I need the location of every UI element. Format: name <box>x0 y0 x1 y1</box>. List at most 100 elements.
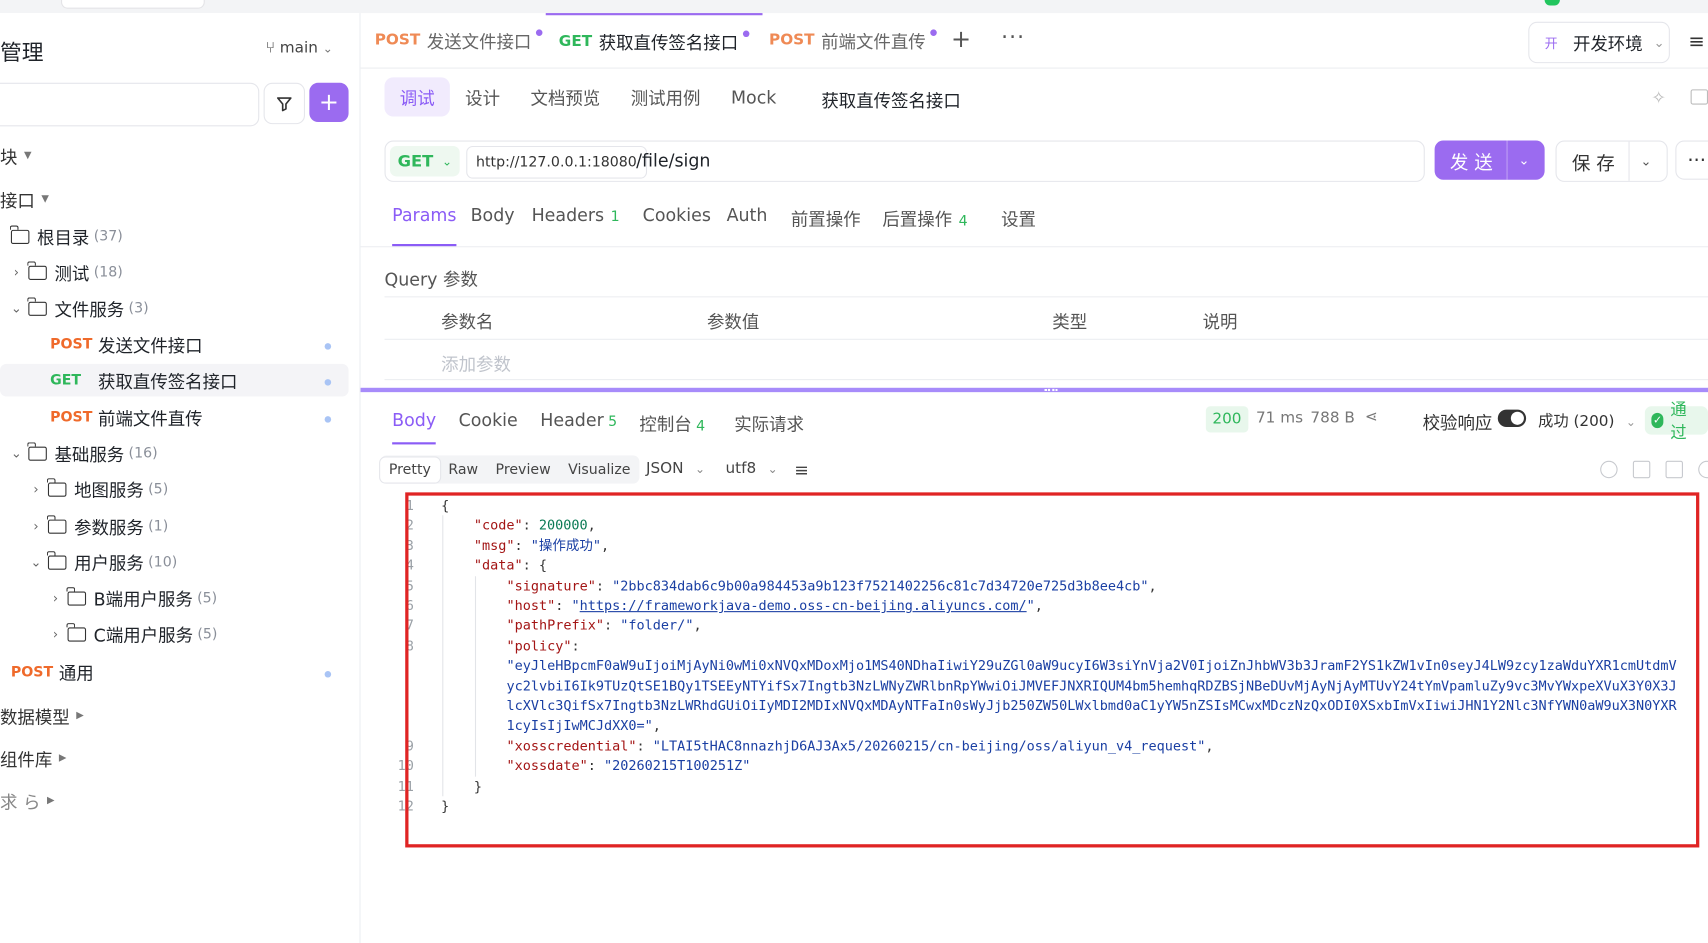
panel-splitter[interactable] <box>360 387 1708 393</box>
more-actions-button[interactable]: ··· <box>1675 140 1708 180</box>
copy-icon[interactable] <box>1665 460 1683 479</box>
tab-settings[interactable]: 设置 <box>1001 205 1036 244</box>
sidebar-section-apis[interactable]: 接口 ▼ <box>0 183 49 216</box>
tree-item-test[interactable]: › 测试 (18) <box>9 256 123 289</box>
unsaved-dot-icon <box>930 29 937 36</box>
send-button[interactable]: 发 送 ⌄ <box>1434 140 1545 180</box>
tree-label: 基础服务 <box>54 444 125 466</box>
tab-params[interactable]: Params <box>392 205 457 247</box>
side-panel-icon[interactable] <box>1690 89 1708 105</box>
resp-tab-cookie[interactable]: Cookie <box>459 410 518 443</box>
format-visualize[interactable]: Visualize <box>559 457 639 482</box>
unsaved-dot-icon <box>742 30 750 38</box>
chevron-right-icon: › <box>33 518 39 534</box>
sidebar-section-data-model[interactable]: 数据模型 ▶ <box>0 699 84 732</box>
download-icon[interactable] <box>1632 460 1651 479</box>
tree-item-b-user-service[interactable]: › B端用户服务 (5) <box>48 582 217 615</box>
tree-api-send-file[interactable]: POST 发送文件接口 <box>50 328 203 361</box>
menu-icon[interactable]: ≡ <box>1688 31 1704 54</box>
tab-cookies[interactable]: Cookies <box>643 205 711 244</box>
api-name-title[interactable]: 获取直传签名接口 <box>821 86 960 112</box>
resp-tab-header[interactable]: Header 5 <box>540 410 617 443</box>
url-bar: GET ⌄ http://127.0.0.1:18080 /file/sign <box>384 140 1425 182</box>
branch-icon: ⑂ <box>265 39 275 57</box>
environment-selector[interactable]: 开 开发环境 ⌄ <box>1528 21 1670 64</box>
tab-count: 5 <box>608 413 618 431</box>
subtab-doc-preview[interactable]: 文档预览 <box>515 77 615 116</box>
resp-tab-body[interactable]: Body <box>392 410 437 445</box>
tree-item-user-service[interactable]: ⌄ 用户服务 (10) <box>28 546 177 579</box>
tab-headers[interactable]: Headers 1 <box>532 205 620 244</box>
add-param-placeholder[interactable]: 添加参数 <box>441 350 511 376</box>
table-row[interactable]: 添加参数 <box>384 340 1708 381</box>
tree-api-get-sign[interactable]: GET 获取直传签名接口 <box>0 363 349 397</box>
search-icon[interactable] <box>1698 460 1708 479</box>
more-tabs-icon[interactable]: ··· <box>1001 24 1025 50</box>
validate-toggle[interactable] <box>1497 409 1527 428</box>
result-value: 成功 (200) <box>1538 412 1615 431</box>
tree-item-root[interactable]: 根目录 (37) <box>10 220 123 253</box>
tab-label: Cookies <box>642 204 711 226</box>
tab-post-actions[interactable]: 后置操作 4 <box>882 205 967 244</box>
tab-body[interactable]: Body <box>471 205 515 244</box>
unsaved-dot-icon <box>324 343 332 350</box>
folder-icon <box>27 441 47 461</box>
chevron-down-icon[interactable]: ⌄ <box>1640 154 1651 169</box>
chevron-down-icon: ⌄ <box>1625 415 1636 430</box>
tree-item-map-service[interactable]: › 地图服务 (5) <box>28 473 168 506</box>
sidebar-section-requests[interactable]: 求 ら ▶ <box>0 784 54 817</box>
format-segmented-control: Pretty Raw Preview Visualize <box>380 455 640 484</box>
app-root: 管理 ⑂ main ⌄ + 块 ▼ 接口 ▼ 根目录 (37) › 测试 (18) ⌄ <box>0 0 1708 943</box>
share-icon[interactable]: ⋖ <box>1365 408 1378 425</box>
subtab-debug[interactable]: 调试 <box>384 77 450 117</box>
top-search-pill[interactable] <box>61 0 205 9</box>
format-pretty[interactable]: Pretty <box>380 456 440 483</box>
tab-pre-actions[interactable]: 前置操作 <box>791 205 861 244</box>
chevron-down-icon[interactable]: ⌄ <box>1518 153 1529 168</box>
add-button[interactable]: + <box>309 82 349 123</box>
tree-api-frontend-upload[interactable]: POST 前端文件直传 <box>50 401 203 434</box>
validate-response-label: 校验响应 <box>1422 412 1493 434</box>
sidebar-section-blocks[interactable]: 块 ▼ <box>0 139 32 172</box>
check-circle-icon: ✓ <box>1651 412 1664 429</box>
folder-icon <box>27 296 47 316</box>
resp-tab-actual-request[interactable]: 实际请求 <box>734 410 804 443</box>
column-header: 说明 <box>1202 311 1238 333</box>
tree-api-common[interactable]: POST 通用 <box>11 656 94 689</box>
tree-count: (37) <box>93 228 123 245</box>
encoding-select[interactable]: utf8 ⌄ <box>725 460 777 477</box>
chevron-right-icon: › <box>52 590 59 606</box>
tree-item-file-service[interactable]: ⌄ 文件服务 (3) <box>9 292 149 325</box>
subtab-mock[interactable]: Mock <box>716 80 792 114</box>
filter-button[interactable] <box>263 82 306 125</box>
result-select[interactable]: 成功 (200) ⌄ <box>1538 410 1636 432</box>
branch-selector[interactable]: ⑂ main ⌄ <box>266 39 333 56</box>
tree-item-base-service[interactable]: ⌄ 基础服务 (16) <box>9 437 158 470</box>
sidebar-section-components[interactable]: 组件库 ▶ <box>0 742 66 775</box>
path-input[interactable]: /file/sign <box>636 150 710 171</box>
caret-right-icon: ▶ <box>76 710 84 722</box>
tab-auth[interactable]: Auth <box>727 205 768 244</box>
new-tab-plus-icon[interactable]: + <box>951 26 971 53</box>
method-select[interactable]: GET ⌄ <box>389 145 460 177</box>
tree-count: (5) <box>197 625 218 643</box>
sidebar-search-input[interactable] <box>0 82 260 127</box>
save-button[interactable]: 保 存 ⌄ <box>1555 140 1668 182</box>
resp-tab-console[interactable]: 控制台 4 <box>639 410 705 443</box>
subtab-design[interactable]: 设计 <box>450 77 515 116</box>
tree-item-c-user-service[interactable]: › C端用户服务 (5) <box>48 618 218 651</box>
pin-icon[interactable]: ✧ <box>1651 87 1666 108</box>
wrap-lines-icon[interactable]: ≡ <box>794 460 809 481</box>
tab-label: 前端文件直传 <box>821 31 926 53</box>
language-select[interactable]: JSON ⌄ <box>646 460 705 477</box>
tab-send-file[interactable]: POST 发送文件接口 <box>375 13 543 67</box>
subtab-test-cases[interactable]: 测试用例 <box>616 77 716 116</box>
format-raw[interactable]: Raw <box>440 457 487 482</box>
folder-icon <box>66 586 87 606</box>
tab-frontend-upload[interactable]: POST 前端文件直传 <box>769 13 937 67</box>
tree-item-param-service[interactable]: › 参数服务 (1) <box>28 510 168 543</box>
format-preview[interactable]: Preview <box>487 457 560 482</box>
base-url-chip[interactable]: http://127.0.0.1:18080 <box>466 145 647 179</box>
tab-get-sign[interactable]: GET 获取直传签名接口 <box>545 13 763 67</box>
upload-icon[interactable] <box>1600 460 1618 479</box>
